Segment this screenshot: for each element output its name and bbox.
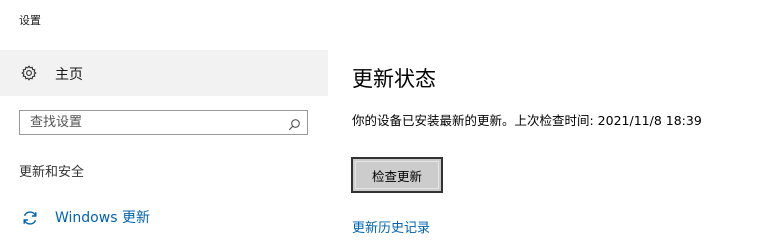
page-title: 更新状态 [352,67,436,91]
update-history-link[interactable]: 更新历史记录 [352,217,430,236]
sidebar-item-windows-update[interactable]: Windows 更新 [0,200,328,240]
refresh-icon [21,209,39,227]
sidebar-item-home[interactable]: 主页 [0,50,328,96]
sidebar-item-windows-update-label: Windows 更新 [55,210,150,226]
section-title-update-security: 更新和安全 [19,165,85,180]
check-updates-button[interactable]: 检查更新 [351,157,443,193]
check-updates-button-label: 检查更新 [371,168,422,184]
search-icon[interactable] [288,116,301,131]
gear-icon [21,65,37,81]
update-status-text: 你的设备已安装最新的更新。上次检查时间: 2021/11/8 18:39 [352,113,702,128]
search-input[interactable] [20,111,275,134]
app-title: 设置 [19,14,41,27]
search-box [19,110,308,135]
sidebar-item-home-label: 主页 [55,67,83,83]
settings-window: 设置 主页 更新和安全 [0,0,778,244]
